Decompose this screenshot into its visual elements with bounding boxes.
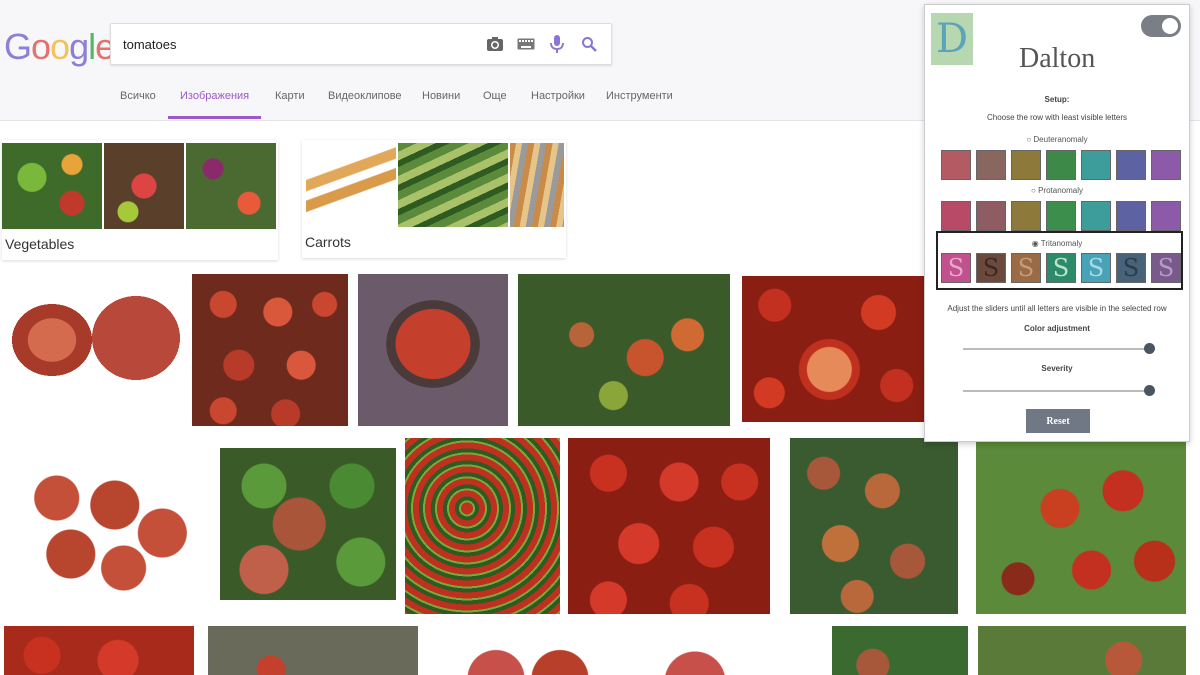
radio-icon: ○ xyxy=(1026,135,1032,144)
category-label: Vegetables xyxy=(5,236,75,252)
reset-button[interactable]: Reset xyxy=(1026,409,1090,433)
tab-all[interactable]: Всичко xyxy=(120,86,156,116)
color-swatch: S xyxy=(1081,201,1111,231)
logo-letter: g xyxy=(69,26,89,67)
color-swatch: S xyxy=(976,253,1006,283)
swatch-row-protanomaly[interactable]: S S S S S S S xyxy=(941,201,1181,231)
color-swatch: S xyxy=(1116,201,1146,231)
severity-label: Severity xyxy=(1041,364,1073,373)
image-result[interactable] xyxy=(742,276,924,422)
setup-label: Setup: xyxy=(1044,95,1070,104)
vegetables-thumbnail xyxy=(2,143,102,229)
color-swatch: S xyxy=(1046,201,1076,231)
color-swatch: S xyxy=(1046,150,1076,180)
tab-images[interactable]: Изображения xyxy=(168,86,262,119)
enable-toggle[interactable] xyxy=(1141,15,1181,37)
color-swatch: S xyxy=(976,150,1006,180)
tab-tools[interactable]: Инструменти xyxy=(606,86,673,116)
camera-icon[interactable] xyxy=(485,34,505,54)
image-result[interactable] xyxy=(358,274,508,426)
radio-protanomaly[interactable]: ○ Protanomaly xyxy=(925,186,1189,195)
image-result[interactable] xyxy=(976,438,1186,614)
image-result[interactable] xyxy=(978,626,1186,675)
slider-handle[interactable] xyxy=(1144,385,1155,396)
color-swatch: S xyxy=(1151,201,1181,231)
carrots-thumbnail xyxy=(306,145,396,227)
dalton-logo: D xyxy=(931,13,973,65)
swatch-row-deuteranomaly[interactable]: S S S S S S S xyxy=(941,150,1181,180)
dalton-extension-panel: D Dalton Setup: Choose the row with leas… xyxy=(924,4,1190,442)
search-icon[interactable] xyxy=(579,34,599,54)
color-swatch: S xyxy=(941,150,971,180)
radio-tritanomaly[interactable]: ◉ Tritanomaly xyxy=(925,239,1189,248)
color-swatch: S xyxy=(1046,253,1076,283)
slider-handle[interactable] xyxy=(1144,343,1155,354)
tab-maps[interactable]: Карти xyxy=(275,86,305,116)
image-result[interactable] xyxy=(790,438,958,614)
tab-videos[interactable]: Видеоклипове xyxy=(328,86,402,116)
radio-label: Tritanomaly xyxy=(1040,239,1083,248)
color-swatch: S xyxy=(1151,150,1181,180)
color-swatch: S xyxy=(941,253,971,283)
color-swatch: S xyxy=(976,201,1006,231)
swatch-row-tritanomaly[interactable]: S S S S S S S xyxy=(941,253,1181,283)
carrots-thumbnail xyxy=(510,143,564,227)
image-result[interactable] xyxy=(832,626,968,675)
logo-letter: o xyxy=(31,26,51,67)
logo-letter: l xyxy=(88,26,96,67)
radio-deuteranomaly[interactable]: ○ Deuteranomaly xyxy=(925,135,1189,144)
color-swatch: S xyxy=(1011,201,1041,231)
image-result[interactable] xyxy=(18,456,194,596)
color-swatch: S xyxy=(1011,253,1041,283)
image-result[interactable] xyxy=(4,626,194,675)
vegetables-thumbnail xyxy=(186,143,276,229)
carrots-thumbnail xyxy=(398,143,508,227)
category-card-carrots[interactable]: Carrots xyxy=(302,140,566,258)
image-result[interactable] xyxy=(568,438,770,614)
color-swatch: S xyxy=(1081,253,1111,283)
color-swatch: S xyxy=(1151,253,1181,283)
image-result[interactable] xyxy=(220,448,396,600)
category-card-vegetables[interactable]: Vegetables xyxy=(2,140,278,260)
color-swatch: S xyxy=(1011,150,1041,180)
image-result[interactable] xyxy=(4,282,182,402)
microphone-icon[interactable] xyxy=(547,34,567,54)
vegetables-thumbnail xyxy=(104,143,184,229)
radio-label: Deuteranomaly xyxy=(1033,135,1088,144)
adjust-hint: Adjust the sliders until all letters are… xyxy=(947,304,1167,313)
severity-slider[interactable] xyxy=(963,385,1155,396)
search-box xyxy=(110,23,612,65)
color-adjustment-slider[interactable] xyxy=(963,343,1155,354)
image-result[interactable] xyxy=(518,274,730,426)
image-result[interactable] xyxy=(440,640,600,675)
image-result[interactable] xyxy=(405,438,560,614)
setup-instruction: Choose the row with least visible letter… xyxy=(986,113,1128,122)
color-swatch: S xyxy=(1116,253,1146,283)
tab-news[interactable]: Новини xyxy=(422,86,460,116)
radio-icon: ◉ xyxy=(1031,239,1039,248)
radio-icon: ○ xyxy=(1031,186,1036,195)
tab-more[interactable]: Още xyxy=(483,86,507,116)
radio-label: Protanomaly xyxy=(1038,186,1083,195)
logo-letter: o xyxy=(50,26,70,67)
keyboard-icon[interactable] xyxy=(516,34,536,54)
image-result[interactable] xyxy=(192,274,348,426)
color-adjustment-label: Color adjustment xyxy=(1024,324,1090,333)
dalton-title: Dalton xyxy=(1019,43,1096,74)
color-swatch: S xyxy=(1081,150,1111,180)
category-label: Carrots xyxy=(305,234,351,250)
image-result[interactable] xyxy=(640,640,740,675)
search-input[interactable] xyxy=(123,24,463,64)
tab-settings[interactable]: Настройки xyxy=(531,86,585,116)
logo-letter: G xyxy=(4,26,32,67)
google-logo[interactable]: Google xyxy=(4,26,115,68)
image-result[interactable] xyxy=(208,626,418,675)
color-swatch: S xyxy=(1116,150,1146,180)
color-swatch: S xyxy=(941,201,971,231)
